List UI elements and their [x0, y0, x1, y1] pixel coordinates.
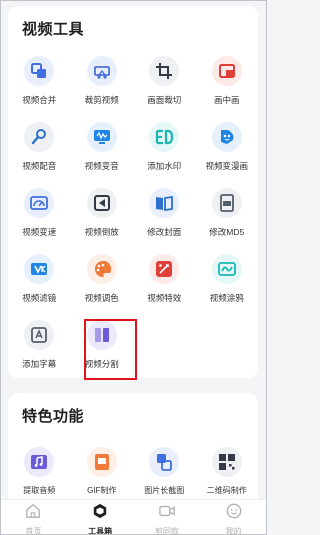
watermark-icon — [149, 122, 180, 152]
tool-item[interactable]: 视频变音 — [71, 118, 134, 184]
section-title: 特色功能 — [22, 408, 85, 425]
picture-in-picture-icon — [211, 56, 242, 86]
video-camera-icon — [159, 503, 175, 524]
tool-label: 二维码制作 — [206, 486, 247, 495]
tool-label: 修改封面 — [147, 227, 182, 237]
tool-label: 视频配音 — [22, 161, 57, 171]
tool-label: 视频倒放 — [84, 227, 119, 237]
palette-icon — [86, 254, 117, 284]
tool-label: 视频变音 — [84, 161, 119, 171]
profile-icon — [226, 503, 242, 524]
tool-item[interactable]: 添加水印 — [133, 118, 196, 184]
tool-item[interactable]: 视频变速 — [8, 184, 71, 250]
tab-toolbox[interactable]: 工具箱 — [67, 500, 134, 535]
tool-item[interactable]: 修改MD5 — [196, 184, 259, 250]
tool-item[interactable]: 视频合并 — [8, 52, 71, 118]
tool-row: 视频配音 视频变音 添加水印 视频变漫画 — [8, 118, 258, 184]
featured-card: 特色功能 提取音频 GIF制作 图片长截图 二维码制作 — [8, 393, 258, 505]
bottom-tab-bar: 首页 工具箱 剪同款 我的 — [0, 499, 267, 535]
tab-label: 我的 — [225, 527, 242, 535]
voice-change-icon — [86, 122, 117, 152]
tools-grid: 视频合并 裁剪视频 画面裁切 画中画视频配音 视频变音 添加水印 视频变漫画视频变速 视频倒放… — [8, 52, 258, 382]
tool-label: 视频滤镜 — [22, 293, 57, 303]
toolbox-icon — [92, 503, 108, 524]
tab-profile[interactable]: 我的 — [200, 500, 267, 535]
reverse-icon — [86, 188, 117, 218]
tool-item[interactable]: 视频分割 — [71, 316, 134, 382]
section-title: 视频工具 — [22, 21, 85, 38]
video-tools-card: 视频工具 视频合并 裁剪视频 画面裁切 画中画视频配音 视频变音 添加水印 视频变漫画视频变… — [8, 6, 258, 378]
tool-item[interactable]: 画中画 — [196, 52, 259, 118]
filter-icon — [24, 254, 55, 284]
md5-icon — [211, 188, 242, 218]
tool-item[interactable]: 视频调色 — [71, 250, 134, 316]
crop-film-icon — [86, 56, 117, 86]
tool-label: 视频涂鸦 — [209, 293, 244, 303]
home-icon — [25, 503, 41, 524]
tool-row: 视频合并 裁剪视频 画面裁切 画中画 — [8, 52, 258, 118]
tool-label: 提取音频 — [23, 486, 56, 495]
split-icon — [86, 320, 117, 350]
tool-item[interactable]: 视频变漫画 — [196, 118, 259, 184]
tool-label: 画面裁切 — [147, 95, 182, 105]
microphone-icon — [24, 122, 55, 152]
tool-item[interactable]: 裁剪视频 — [71, 52, 134, 118]
cover-icon — [149, 188, 180, 218]
subtitle-icon — [24, 320, 55, 350]
tool-item[interactable]: 画面裁切 — [133, 52, 196, 118]
tab-label: 剪同款 — [154, 527, 179, 535]
tool-row: 视频变速 视频倒放 修改封面 修改MD5 — [8, 184, 258, 250]
tool-item[interactable]: 视频配音 — [8, 118, 71, 184]
tool-label: 添加水印 — [147, 161, 182, 171]
tool-label: 图片长截图 — [144, 486, 185, 495]
tool-item[interactable]: 修改封面 — [133, 184, 196, 250]
tool-row: 视频滤镜 视频调色 视频特效 视频涂鸦 — [8, 250, 258, 316]
tool-label: 视频变速 — [22, 227, 57, 237]
tab-label: 首页 — [25, 527, 42, 535]
tab-label: 工具箱 — [88, 527, 113, 535]
long-screenshot-icon — [149, 447, 180, 477]
tool-label: 视频特效 — [147, 293, 182, 303]
tool-label: 视频调色 — [84, 293, 119, 303]
qrcode-icon — [211, 447, 242, 477]
tool-label: 画中画 — [213, 95, 240, 105]
gif-icon — [86, 447, 117, 477]
tab-home[interactable]: 首页 — [0, 500, 67, 535]
frame-crop-icon — [149, 56, 180, 86]
tool-label: 裁剪视频 — [84, 95, 119, 105]
tool-label: 添加字幕 — [22, 359, 57, 369]
tool-item[interactable]: 添加字幕 — [8, 316, 71, 382]
doodle-icon — [211, 254, 242, 284]
tool-row: 添加字幕 视频分割 — [8, 316, 258, 382]
comic-icon — [211, 122, 242, 152]
tool-label: 视频变漫画 — [205, 161, 248, 171]
tool-item[interactable]: 视频特效 — [133, 250, 196, 316]
tool-label: 视频合并 — [22, 95, 57, 105]
extract-audio-icon — [24, 447, 55, 477]
tab-video-camera[interactable]: 剪同款 — [134, 500, 201, 535]
tool-item[interactable]: 视频倒放 — [71, 184, 134, 250]
speed-icon — [24, 188, 55, 218]
effects-icon — [149, 254, 180, 284]
tool-label: GIF制作 — [87, 486, 117, 495]
tool-label: 视频分割 — [84, 359, 119, 369]
tool-item[interactable]: 视频滤镜 — [8, 250, 71, 316]
tool-item[interactable]: 视频涂鸦 — [196, 250, 259, 316]
tool-label: 修改MD5 — [209, 227, 245, 237]
merge-icon — [24, 56, 55, 86]
